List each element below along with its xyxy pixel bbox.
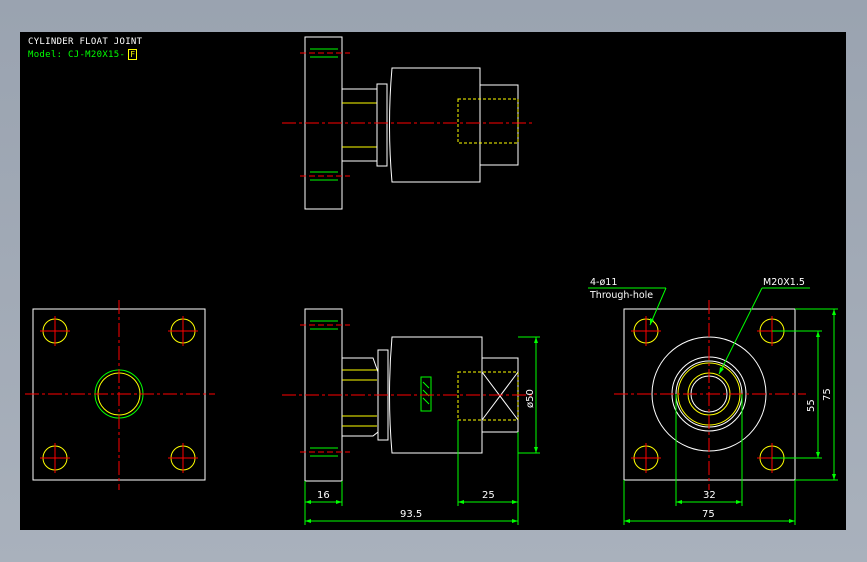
dim-16: 16 xyxy=(317,490,330,501)
note-holes: 4-ø11 xyxy=(590,277,617,288)
dimension-lines xyxy=(304,287,838,525)
dim-75-horizontal: 75 xyxy=(702,509,715,520)
dim-diameter-50: ø50 xyxy=(525,389,536,408)
cad-viewport[interactable]: CYLINDER FLOAT JOINT Model: CJ-M20X15-F xyxy=(20,32,846,530)
note-thread: M20X1.5 xyxy=(763,277,805,288)
right-view xyxy=(614,300,806,490)
note-through-hole: Through-hole xyxy=(589,290,653,301)
dim-75-vertical: 75 xyxy=(822,388,833,401)
cad-drawing: 16 25 93.5 ø50 32 75 55 75 4-ø11 Through… xyxy=(25,36,838,525)
left-view xyxy=(25,300,215,490)
dim-32: 32 xyxy=(703,490,716,501)
dim-93-5: 93.5 xyxy=(400,509,422,520)
top-view xyxy=(282,36,532,210)
dim-55: 55 xyxy=(806,399,817,412)
front-view xyxy=(282,308,532,482)
dimension-arrows xyxy=(305,309,836,523)
dim-25: 25 xyxy=(482,490,495,501)
